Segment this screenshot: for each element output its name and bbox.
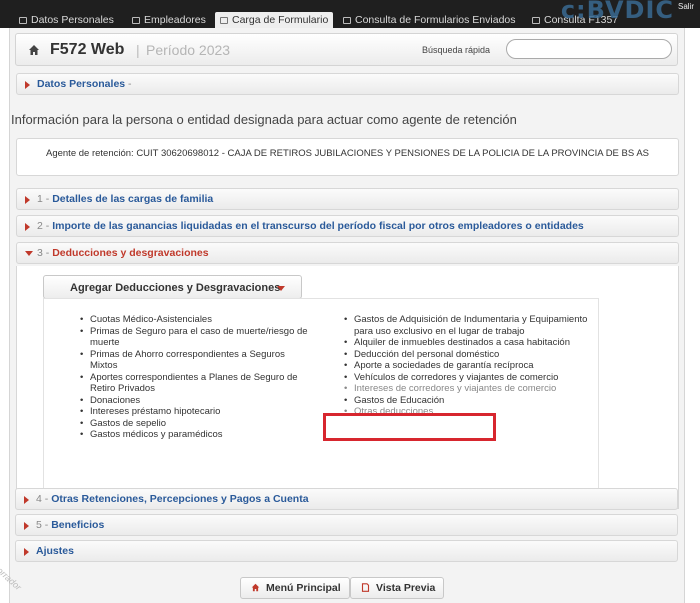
- section-title: Otras Retenciones, Percepciones y Pagos …: [51, 493, 309, 505]
- section-title: Importe de las ganancias liquidadas en e…: [52, 220, 584, 232]
- menu-item-primas-ahorro[interactable]: Primas de Ahorro correspondientes a Segu…: [80, 349, 310, 372]
- agent-box: Agente de retención: CUIT 30620698012 - …: [16, 138, 679, 176]
- building-icon: [132, 17, 140, 24]
- menu-item-donaciones[interactable]: Donaciones: [80, 395, 310, 407]
- deductions-column-left: Cuotas Médico-Asistenciales Primas de Se…: [80, 314, 310, 441]
- tab-empleadores[interactable]: Empleadores: [127, 12, 211, 28]
- section-2-ganancias[interactable]: 2 - Importe de las ganancias liquidadas …: [16, 215, 679, 237]
- expand-arrow-icon: [24, 548, 29, 556]
- expand-arrow-icon: [25, 223, 30, 231]
- section-1-cargas-familia[interactable]: 1 - Detalles de las cargas de familia: [16, 188, 679, 210]
- add-deductions-dropdown[interactable]: Agregar Deducciones y Desgravaciones: [43, 275, 302, 299]
- section-4-otras-retenciones[interactable]: 4 - Otras Retenciones, Percepciones y Pa…: [15, 488, 678, 510]
- section-number: 1 -: [37, 193, 50, 205]
- collapse-arrow-icon: [25, 251, 33, 256]
- section-number: 3 -: [37, 247, 50, 259]
- menu-item-gastos-sepelio[interactable]: Gastos de sepelio: [80, 418, 310, 430]
- document-icon: [343, 17, 351, 24]
- section-title: Datos Personales: [37, 78, 126, 90]
- section-datos-personales[interactable]: Datos Personales -: [16, 73, 679, 95]
- search-label: Búsqueda rápida: [422, 45, 491, 55]
- menu-item-personal-domestico[interactable]: Deducción del personal doméstico: [344, 349, 598, 361]
- deductions-column-right: Gastos de Adquisición de Indumentaria y …: [344, 314, 598, 418]
- menu-item-indumentaria[interactable]: Gastos de Adquisición de Indumentaria y …: [344, 314, 598, 337]
- highlight-box: [323, 413, 496, 441]
- section-number: 4 -: [36, 493, 49, 505]
- menu-item-cuotas-medico[interactable]: Cuotas Médico-Asistenciales: [80, 314, 310, 326]
- menu-item-aportes-retiro[interactable]: Aportes correspondientes a Planes de Seg…: [80, 372, 310, 395]
- menu-item-intereses-hipotecario[interactable]: Intereses préstamo hipotecario: [80, 406, 310, 418]
- section-title: Ajustes: [36, 545, 74, 557]
- document-icon: [361, 583, 370, 592]
- expand-arrow-icon: [24, 522, 29, 530]
- section-number: 5 -: [36, 519, 49, 531]
- menu-item-gastos-medicos[interactable]: Gastos médicos y paramédicos: [80, 429, 310, 441]
- menu-item-intereses-corredores[interactable]: Intereses de corredores y viajantes de c…: [344, 383, 598, 395]
- search-input[interactable]: [506, 39, 672, 59]
- page-title: F572 Web: [50, 41, 125, 58]
- agent-retention-text: Agente de retención: CUIT 30620698012 - …: [46, 148, 649, 159]
- menu-item-primas-seguro[interactable]: Primas de Seguro para el caso de muerte/…: [80, 326, 310, 349]
- main-menu-button[interactable]: Menú Principal: [240, 577, 350, 599]
- expand-arrow-icon: [25, 196, 30, 204]
- section-3-deducciones[interactable]: 3 - Deducciones y desgravaciones: [16, 242, 679, 264]
- section-title: Deducciones y desgravaciones: [52, 247, 209, 259]
- deductions-menu: Cuotas Médico-Asistenciales Primas de Se…: [43, 298, 599, 498]
- tab-datos-personales[interactable]: Datos Personales: [14, 12, 119, 28]
- expand-arrow-icon: [24, 496, 29, 504]
- home-icon: [251, 583, 260, 592]
- menu-item-alquiler[interactable]: Alquiler de inmuebles destinados a casa …: [344, 337, 598, 349]
- section-title: Beneficios: [51, 519, 105, 531]
- document-icon: [220, 17, 228, 24]
- title-separator: |: [136, 42, 140, 58]
- home-icon[interactable]: [28, 44, 40, 56]
- menu-item-vehiculos-corredores[interactable]: Vehículos de corredores y viajantes de c…: [344, 372, 598, 384]
- dropdown-label: Agregar Deducciones y Desgravaciones: [70, 282, 281, 294]
- top-navigation: Datos Personales Empleadores Carga de Fo…: [0, 0, 700, 28]
- section-dash: -: [128, 78, 132, 90]
- chevron-down-icon: [277, 286, 285, 291]
- tab-consulta-formularios[interactable]: Consulta de Formularios Enviados: [338, 12, 521, 28]
- section-ajustes[interactable]: Ajustes: [15, 540, 678, 562]
- section-5-beneficios[interactable]: 5 - Beneficios: [15, 514, 678, 536]
- document-icon: [532, 17, 540, 24]
- menu-item-gastos-educacion[interactable]: Gastos de Educación: [344, 395, 598, 407]
- tab-carga-de-formulario[interactable]: Carga de Formulario: [215, 12, 334, 28]
- section-title: Detalles de las cargas de familia: [52, 193, 214, 205]
- exit-link[interactable]: Salir: [678, 2, 694, 11]
- menu-item-garantia-reciproca[interactable]: Aporte a sociedades de garantía recíproc…: [344, 360, 598, 372]
- preview-button[interactable]: Vista Previa: [350, 577, 445, 599]
- period-label: Período 2023: [146, 42, 231, 58]
- info-text: Información para la persona o entidad de…: [11, 112, 517, 127]
- section-number: 2 -: [37, 220, 50, 232]
- document-icon: [19, 17, 27, 24]
- expand-arrow-icon: [25, 81, 30, 89]
- page-header: F572 Web | Período 2023 Búsqueda rápida: [15, 33, 678, 66]
- brand-logo: c:BVDIC: [560, 0, 674, 24]
